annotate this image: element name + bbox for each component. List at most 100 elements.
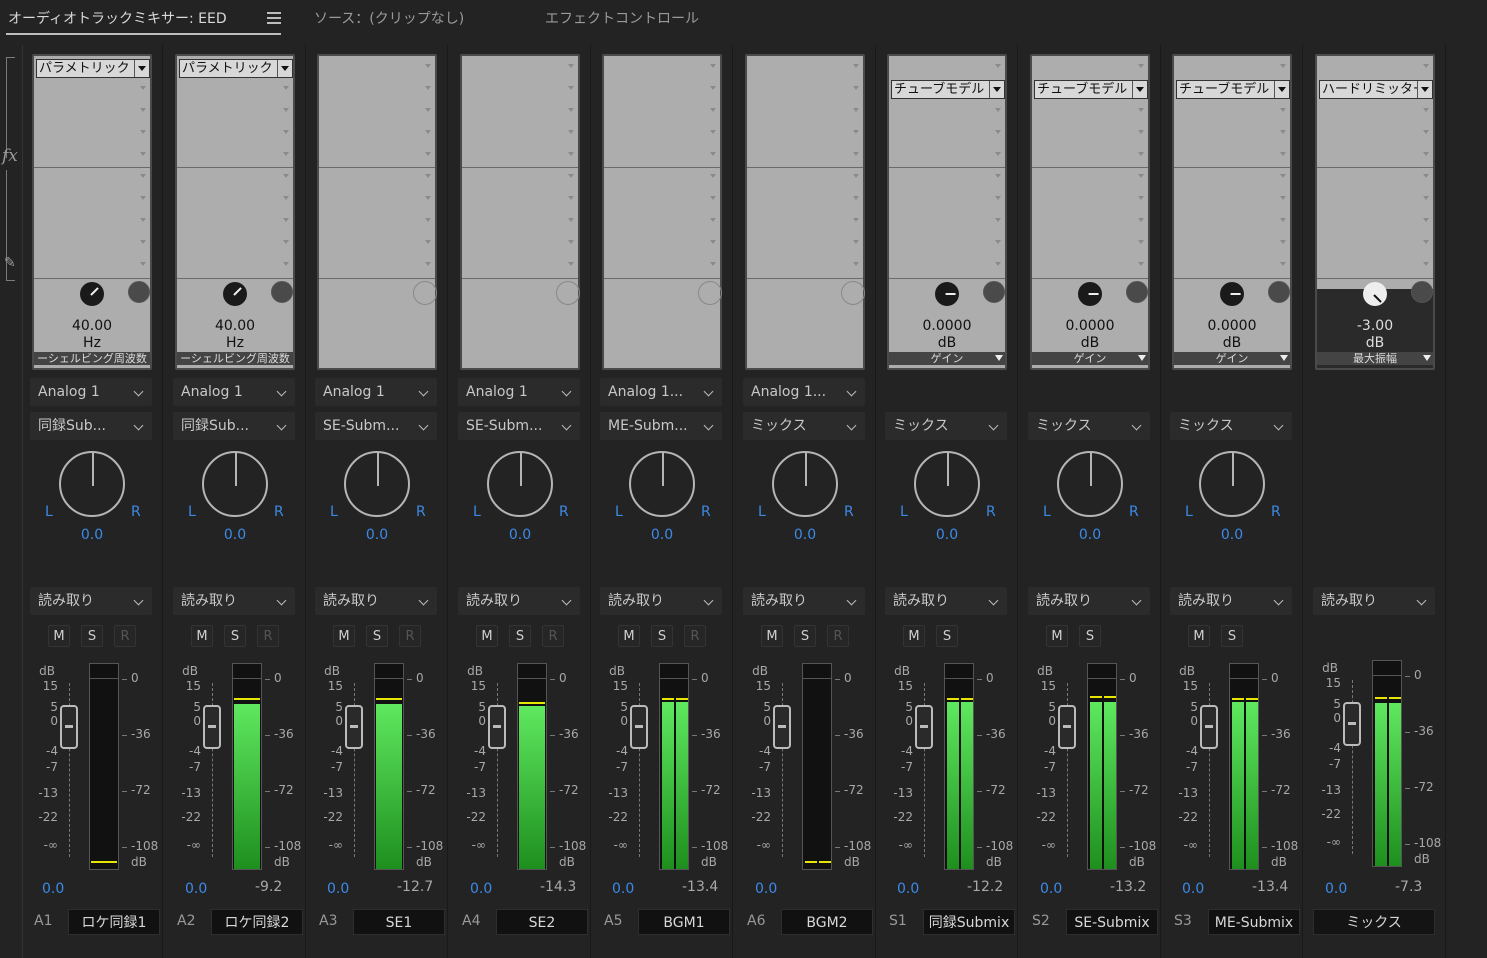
slot-dropdown-icon[interactable]	[568, 218, 574, 222]
panel-menu-icon[interactable]	[267, 12, 281, 24]
slot-dropdown-icon[interactable]	[1138, 196, 1144, 200]
automation-select[interactable]: 読み取り	[1028, 587, 1150, 615]
pan-value[interactable]: 0.0	[307, 527, 447, 543]
slot-dropdown-icon[interactable]	[425, 196, 431, 200]
slot-dropdown-icon[interactable]	[1423, 130, 1429, 134]
pan-knob[interactable]	[344, 451, 410, 517]
solo-button[interactable]: S	[224, 625, 246, 647]
pan-knob[interactable]	[59, 451, 125, 517]
mute-button[interactable]: M	[476, 625, 498, 647]
param-select[interactable]: 最大振幅	[1317, 352, 1433, 365]
slot-dropdown-icon[interactable]	[140, 152, 146, 156]
automation-select[interactable]: 読み取り	[600, 587, 722, 615]
slot-dropdown-icon[interactable]	[1280, 240, 1286, 244]
volume-fader[interactable]	[488, 705, 506, 749]
volume-fader[interactable]	[1343, 702, 1361, 746]
slot-dropdown-icon[interactable]	[425, 64, 431, 68]
pan-value[interactable]: 0.0	[1020, 527, 1160, 543]
slot-dropdown-icon[interactable]	[1280, 108, 1286, 112]
slot-dropdown-icon[interactable]	[283, 262, 289, 266]
slot-dropdown-icon[interactable]	[568, 240, 574, 244]
slot-dropdown-icon[interactable]	[283, 218, 289, 222]
slot-dropdown-icon[interactable]	[1280, 152, 1286, 156]
effect-slot-1[interactable]: ハードリミッター	[1319, 80, 1433, 99]
track-name[interactable]: ミックス	[1313, 909, 1435, 935]
automation-select[interactable]: 読み取り	[1313, 587, 1435, 615]
pan-knob[interactable]	[629, 451, 695, 517]
solo-button[interactable]: S	[509, 625, 531, 647]
slot-dropdown-icon[interactable]	[710, 152, 716, 156]
slot-dropdown-icon[interactable]	[1138, 108, 1144, 112]
solo-button[interactable]: S	[794, 625, 816, 647]
effects-rack[interactable]: チューブモデル 0.0000 dB ゲイン	[887, 54, 1007, 370]
slot-dropdown-icon[interactable]	[283, 152, 289, 156]
record-button[interactable]: R	[399, 625, 421, 647]
slot-dropdown-icon[interactable]	[140, 108, 146, 112]
solo-button[interactable]: S	[651, 625, 673, 647]
mute-button[interactable]: M	[333, 625, 355, 647]
output-select[interactable]: ME-Subm...	[600, 412, 722, 440]
slot-dropdown-icon[interactable]	[853, 240, 859, 244]
send-icon[interactable]: ✎	[4, 255, 16, 271]
input-select[interactable]: Analog 1...	[743, 378, 865, 406]
param-knob[interactable]	[1073, 277, 1107, 311]
slot-dropdown-icon[interactable]	[1138, 262, 1144, 266]
slot-dropdown-icon[interactable]	[995, 262, 1001, 266]
pan-knob[interactable]	[487, 451, 553, 517]
param-dropdown-icon[interactable]	[1423, 355, 1431, 361]
peak-value[interactable]: -9.2	[255, 879, 282, 895]
mute-button[interactable]: M	[1188, 625, 1210, 647]
fx-bracket[interactable]	[6, 57, 15, 158]
automation-select[interactable]: 読み取り	[1170, 587, 1292, 615]
fx-bypass-icon[interactable]	[1126, 281, 1148, 303]
input-select[interactable]: Analog 1	[315, 378, 437, 406]
slot-dropdown-icon[interactable]	[425, 152, 431, 156]
solo-button[interactable]: S	[366, 625, 388, 647]
slot-dropdown-icon[interactable]	[140, 262, 146, 266]
volume-value[interactable]: 0.0	[612, 881, 634, 897]
input-select[interactable]: Analog 1	[30, 378, 152, 406]
mute-button[interactable]: M	[903, 625, 925, 647]
output-select[interactable]: SE-Subm...	[458, 412, 580, 440]
param-select[interactable]: ゲイン	[1032, 352, 1148, 365]
slot-dropdown-icon[interactable]	[853, 108, 859, 112]
effects-rack[interactable]	[602, 54, 722, 370]
slot-dropdown-icon[interactable]	[425, 262, 431, 266]
slot-dropdown-icon[interactable]	[425, 130, 431, 134]
volume-value[interactable]: 0.0	[42, 881, 64, 897]
solo-button[interactable]: S	[936, 625, 958, 647]
track-name[interactable]: ロケ同録2	[211, 909, 303, 935]
meter-peak-indicator[interactable]	[375, 664, 403, 679]
slot-dropdown-icon[interactable]	[853, 174, 859, 178]
slot-dropdown-icon[interactable]	[283, 130, 289, 134]
fx-empty-icon[interactable]	[841, 281, 865, 305]
pan-knob[interactable]	[914, 451, 980, 517]
fx-empty-icon[interactable]	[413, 281, 437, 305]
pan-knob[interactable]	[772, 451, 838, 517]
volume-fader[interactable]	[773, 705, 791, 749]
param-knob[interactable]	[1215, 277, 1249, 311]
slot-dropdown-icon[interactable]	[853, 64, 859, 68]
slot-dropdown-icon[interactable]	[710, 196, 716, 200]
slot-dropdown-icon[interactable]	[568, 196, 574, 200]
slot-dropdown-icon[interactable]	[1138, 152, 1144, 156]
peak-value[interactable]: -13.4	[682, 879, 718, 895]
fx-empty-icon[interactable]	[556, 281, 580, 305]
input-select[interactable]: Analog 1...	[600, 378, 722, 406]
slot-dropdown-icon[interactable]	[710, 174, 716, 178]
slot-dropdown-icon[interactable]	[995, 218, 1001, 222]
fx-bypass-icon[interactable]	[1268, 281, 1290, 303]
slot-dropdown-icon[interactable]	[710, 218, 716, 222]
slot-dropdown-icon[interactable]	[1138, 218, 1144, 222]
effect-dropdown-icon[interactable]	[134, 60, 149, 77]
fx-bypass-icon[interactable]	[271, 281, 293, 303]
effect-dropdown-icon[interactable]	[989, 81, 1004, 98]
slot-dropdown-icon[interactable]	[1280, 196, 1286, 200]
record-button[interactable]: R	[257, 625, 279, 647]
volume-fader[interactable]	[630, 705, 648, 749]
slot-dropdown-icon[interactable]	[1138, 64, 1144, 68]
volume-value[interactable]: 0.0	[897, 881, 919, 897]
slot-dropdown-icon[interactable]	[710, 108, 716, 112]
pan-value[interactable]: 0.0	[592, 527, 732, 543]
slot-dropdown-icon[interactable]	[425, 174, 431, 178]
